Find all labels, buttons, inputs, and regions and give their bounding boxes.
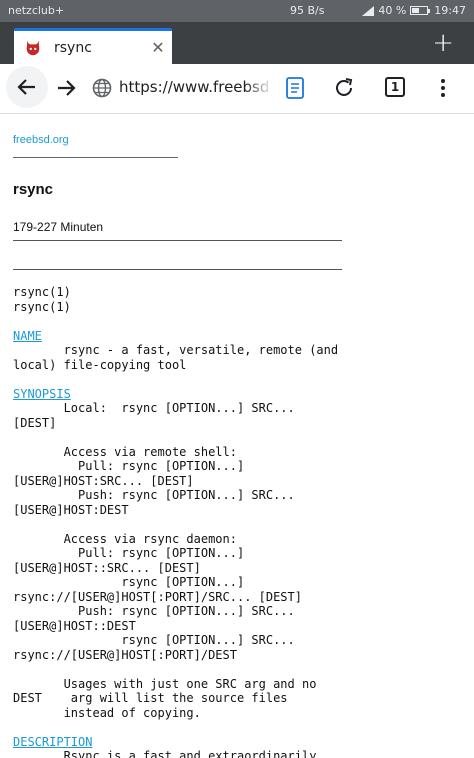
status-bar: netzclub+ 95 B/s 40 % 19:47 bbox=[0, 0, 474, 22]
battery-fill bbox=[412, 8, 419, 13]
divider bbox=[13, 157, 178, 158]
section-heading-name[interactable]: NAME bbox=[13, 329, 338, 344]
man-text-line: rsync - a fast, versatile, remote (and bbox=[13, 343, 339, 357]
status-right: 40 % 19:47 bbox=[362, 4, 466, 17]
battery-percent: 40 % bbox=[378, 4, 407, 17]
close-tab-icon[interactable]: ✕ bbox=[144, 38, 172, 57]
man-text-line: instead of copying. bbox=[13, 705, 201, 720]
man-text-line: rsync://[USER@]HOST[:PORT]/SRC... [DEST] bbox=[13, 589, 302, 604]
divider bbox=[13, 269, 342, 270]
man-text-line: Access via remote shell: bbox=[13, 444, 237, 459]
browser-toolbar: https://www.freebsd.org 1 bbox=[0, 64, 474, 114]
man-header-line: rsync(1) bbox=[13, 285, 71, 299]
page-content: freebsd.org rsync 179-227 Minuten rsync(… bbox=[0, 115, 474, 758]
tab-strip: rsync ✕ + bbox=[0, 22, 474, 64]
tab-switcher-button[interactable]: 1 bbox=[385, 77, 405, 97]
man-text-line: Pull: rsync [OPTION...] bbox=[13, 459, 245, 473]
page-title: rsync bbox=[13, 181, 54, 198]
arrow-left-icon bbox=[17, 79, 35, 95]
man-text-line: [USER@]HOST::DEST bbox=[13, 618, 136, 633]
man-text-line: Usages with just one SRC arg and no bbox=[13, 676, 317, 691]
man-text-line bbox=[13, 517, 338, 532]
man-text-line: local) file-copying tool bbox=[13, 357, 187, 372]
reload-icon[interactable] bbox=[332, 76, 356, 100]
man-text-line: rsync [OPTION...] SRC... bbox=[13, 633, 295, 647]
freebsd-daemon-icon bbox=[26, 40, 40, 55]
arrow-right-icon bbox=[58, 80, 76, 96]
battery-icon bbox=[410, 6, 431, 15]
divider bbox=[13, 240, 342, 241]
man-text-line: Push: rsync [OPTION...] SRC... bbox=[13, 488, 295, 502]
overflow-menu-icon[interactable] bbox=[437, 76, 449, 100]
man-text-line bbox=[13, 430, 338, 445]
man-text-line: [DEST] bbox=[13, 415, 57, 430]
man-text-line bbox=[13, 662, 338, 677]
back-button[interactable] bbox=[6, 66, 48, 108]
man-page-text: rsync(1) rsync(1) NAME rsync - a fast, ve… bbox=[13, 285, 338, 758]
carrier-label: netzclub+ bbox=[8, 4, 65, 17]
globe-icon bbox=[92, 78, 112, 98]
clock: 19:47 bbox=[434, 4, 466, 17]
man-text-line: Local: rsync [OPTION...] SRC... bbox=[13, 401, 295, 415]
signal-icon bbox=[362, 5, 375, 16]
section-heading-synopsis[interactable]: SYNOPSIS bbox=[13, 387, 338, 402]
man-text-line: Pull: rsync [OPTION...] bbox=[13, 546, 245, 560]
forward-button[interactable] bbox=[52, 68, 80, 108]
new-tab-button[interactable]: + bbox=[432, 28, 454, 58]
url-fade bbox=[245, 74, 273, 102]
reading-duration: 179-227 Minuten bbox=[13, 220, 104, 234]
tab-rsync[interactable]: rsync ✕ bbox=[14, 28, 172, 64]
reader-mode-icon[interactable] bbox=[284, 76, 306, 100]
network-speed: 95 B/s bbox=[290, 4, 325, 17]
man-text-line: Access via rsync daemon: bbox=[13, 531, 237, 546]
site-link[interactable]: freebsd.org bbox=[13, 134, 69, 146]
man-text-line: [USER@]HOST::SRC... [DEST] bbox=[13, 560, 201, 575]
section-heading-description[interactable]: DESCRIPTION bbox=[13, 735, 338, 750]
man-header-line: rsync(1) bbox=[13, 299, 71, 314]
man-text-line: rsync://[USER@]HOST[:PORT]/DEST bbox=[13, 647, 237, 662]
man-text-line: rsync [OPTION...] bbox=[13, 575, 245, 589]
man-text-line: DEST arg will list the source files bbox=[13, 691, 288, 705]
man-text-line: [USER@]HOST:SRC... [DEST] bbox=[13, 473, 194, 488]
man-text-line: Rsync is a fast and extraordinarily bbox=[13, 749, 317, 758]
man-text-line: [USER@]HOST:DEST bbox=[13, 502, 129, 517]
man-text-line: Push: rsync [OPTION...] SRC... bbox=[13, 604, 295, 618]
tab-title: rsync bbox=[54, 39, 92, 56]
